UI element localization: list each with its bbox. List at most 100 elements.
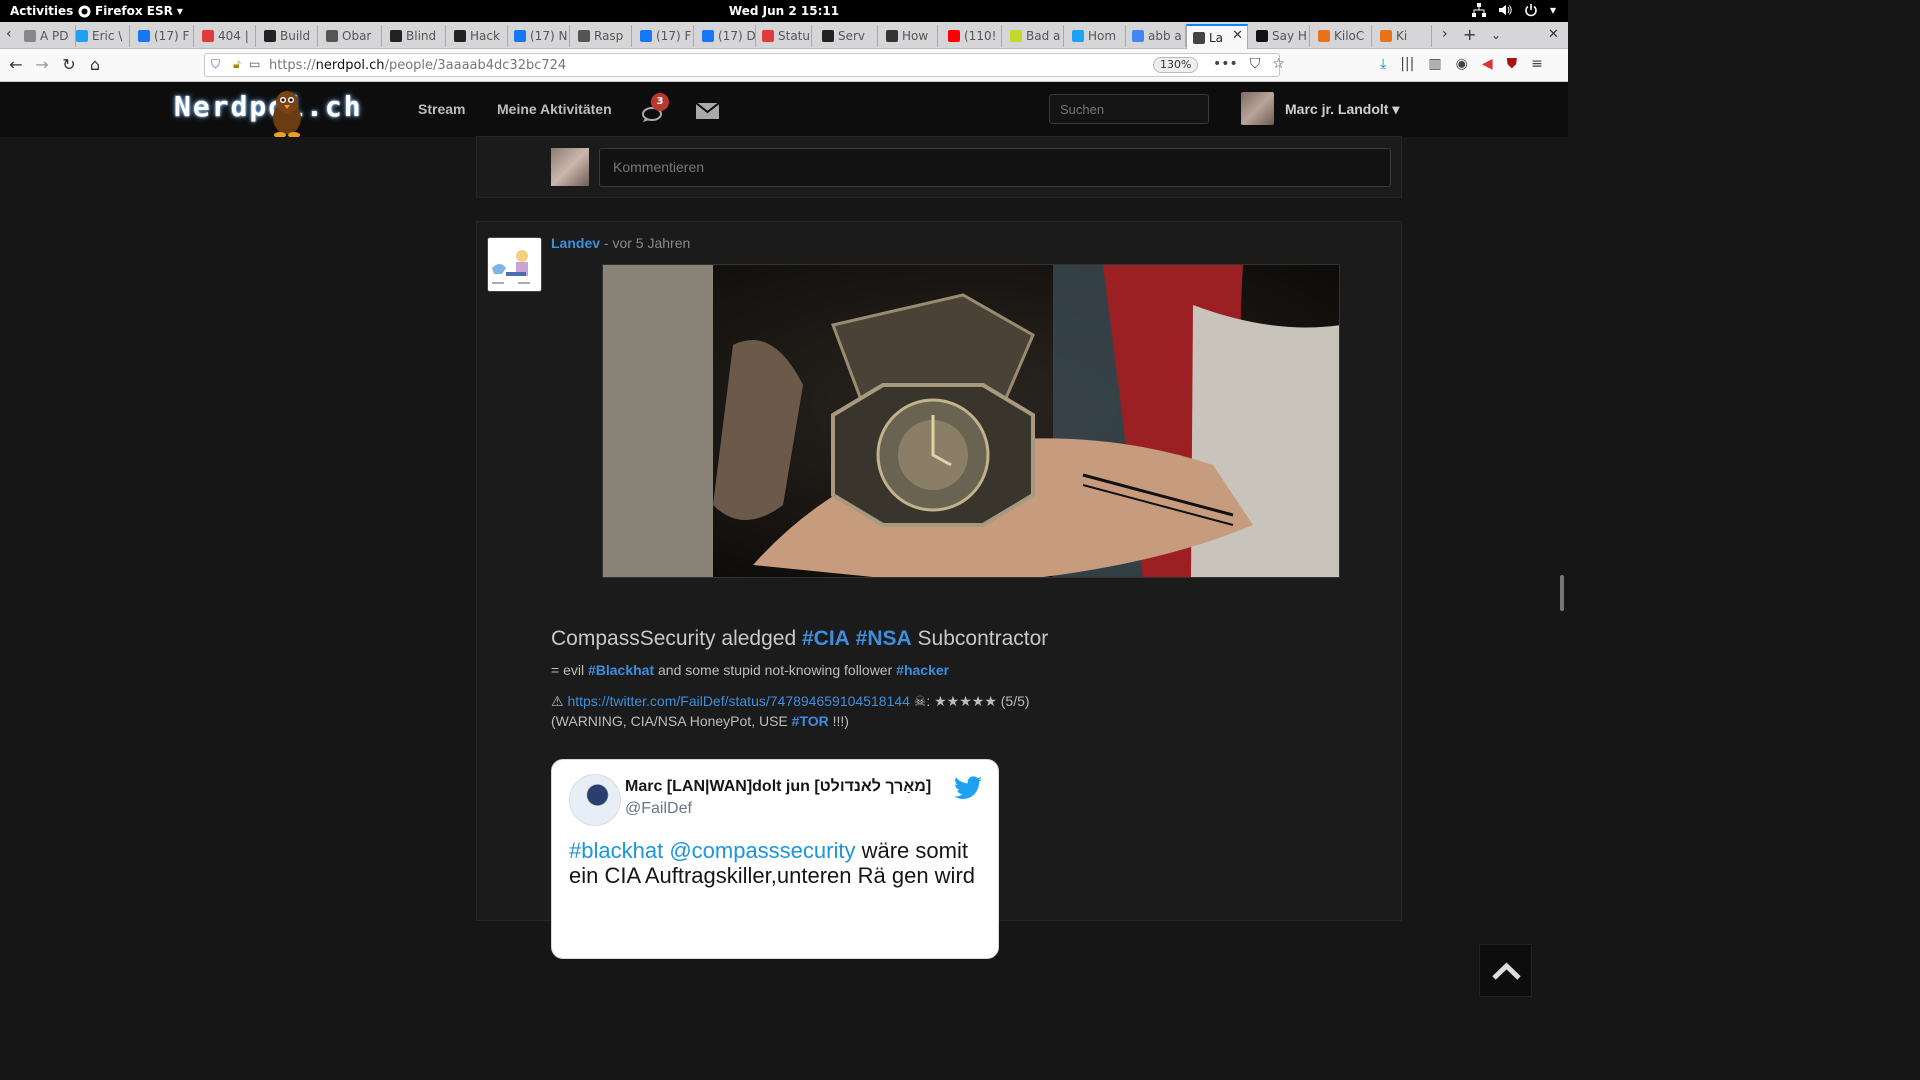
tab-15[interactable]: (110! (942, 25, 1002, 47)
pocket-icon[interactable]: ⛉ (1250, 56, 1261, 72)
favicon-icon (514, 30, 526, 42)
commenter-avatar (551, 148, 589, 186)
reload-icon[interactable]: ↻ (58, 54, 80, 76)
tab-3[interactable]: 404 | (196, 25, 256, 47)
user-avatar[interactable] (1241, 92, 1274, 125)
tab-22[interactable]: Ki (1374, 25, 1432, 47)
tab-5[interactable]: Obar (320, 25, 382, 47)
tweet-text: #blackhat @compasssecurity wäre somit ei… (569, 838, 989, 888)
hamburger-menu-icon[interactable]: ≡ (1531, 56, 1543, 72)
tab-label: Blind (406, 29, 437, 43)
tab-1[interactable]: Eric \ (70, 25, 130, 47)
back-icon[interactable]: ← (5, 54, 27, 76)
tweet-mention-compasssecurity[interactable]: @compasssecurity (669, 838, 855, 863)
tab-label: abb a (1148, 29, 1182, 43)
tab-2[interactable]: (17) F (132, 25, 194, 47)
post-text: = evil (551, 662, 588, 678)
tweet-author-avatar[interactable] (569, 774, 621, 826)
scroll-to-top-button[interactable] (1479, 944, 1532, 997)
megaphone-icon[interactable]: ◀ (1482, 56, 1493, 72)
favicon-icon (1132, 30, 1144, 42)
hashtag-nsa[interactable]: #NSA (856, 627, 912, 650)
tab-11[interactable]: (17) D (696, 25, 756, 47)
post-author-link[interactable]: Landev (551, 235, 600, 251)
embedded-tweet[interactable]: Marc [LAN|WAN]dolt jun [מאַרך לאנדולט] @… (551, 759, 999, 959)
gnome-top-bar: Activities Firefox ESR ▾ Wed Jun 2 15:11… (0, 0, 1568, 22)
navigation-bar: ← → ↻ ⌂ ⛉ 🔓︎ ▭ https://nerdpol.ch/people… (0, 49, 1568, 82)
tab-label: 404 | (218, 29, 249, 43)
tab-scroll-right-icon[interactable]: › (1442, 26, 1448, 42)
activities-button[interactable]: Activities (10, 4, 73, 18)
tab-scroll-left-icon[interactable]: ‹ (6, 26, 12, 42)
tab-21[interactable]: KiloC (1312, 25, 1372, 47)
library-icon[interactable]: ||| (1400, 56, 1414, 72)
tab-14[interactable]: How (880, 25, 938, 47)
favicon-icon (326, 30, 338, 42)
warning-icon: ⚠ (551, 693, 568, 709)
tab-7[interactable]: Hack (448, 25, 508, 47)
firefox-icon (78, 5, 91, 17)
clock[interactable]: Wed Jun 2 15:11 (0, 4, 1568, 18)
hashtag-cia[interactable]: #CIA (802, 627, 850, 650)
tab-9[interactable]: Rasp (572, 25, 632, 47)
tab-19[interactable]: La ✕ (1186, 24, 1248, 49)
notification-count-badge[interactable]: 3 (651, 93, 669, 111)
home-icon[interactable]: ⌂ (84, 54, 106, 76)
page-actions-icon[interactable]: ••• (1213, 56, 1238, 72)
favicon-icon (1380, 30, 1392, 42)
account-icon[interactable]: ◉ (1456, 56, 1468, 72)
tab-12[interactable]: Statu (756, 25, 812, 47)
window-close-icon[interactable]: ✕ (1548, 27, 1559, 42)
post-timestamp[interactable]: vor 5 Jahren (612, 235, 690, 251)
new-tab-icon[interactable]: + (1463, 25, 1476, 44)
tab-8[interactable]: (17) N (508, 25, 570, 47)
tab-18[interactable]: abb a (1126, 25, 1186, 47)
twitter-status-link[interactable]: https://twitter.com/FailDef/status/74789… (567, 693, 909, 709)
tab-label: Serv (838, 29, 866, 43)
hashtag-tor[interactable]: #TOR (792, 713, 829, 729)
hashtag-blackhat[interactable]: #Blackhat (588, 662, 654, 678)
nav-my-activity[interactable]: Meine Aktivitäten (497, 101, 612, 117)
nav-stream[interactable]: Stream (418, 101, 465, 117)
post-line-2: ⚠ https://twitter.com/FailDef/status/747… (551, 693, 1030, 710)
chevron-down-icon: ▾ (1549, 3, 1556, 17)
tab-6[interactable]: Blind (384, 25, 446, 47)
download-icon[interactable]: ⤓ (1380, 56, 1386, 72)
insecure-lock-icon[interactable]: 🔓︎ (233, 57, 241, 72)
tab-label: How (902, 29, 929, 43)
hashtag-hacker[interactable]: #hacker (896, 662, 949, 678)
page-scrollbar[interactable] (1560, 575, 1564, 611)
tab-close-icon[interactable]: ✕ (1232, 28, 1243, 43)
mail-icon[interactable] (696, 103, 719, 119)
sidebar-icon[interactable]: ▥ (1428, 56, 1441, 72)
tab-label: Hom (1088, 29, 1117, 43)
post-meta: Landev - vor 5 Jahren (551, 235, 690, 251)
tweet-author-handle[interactable]: @FailDef (625, 800, 692, 818)
tab-10[interactable]: (17) F (634, 25, 694, 47)
comment-input[interactable]: Kommentieren (599, 148, 1391, 187)
tab-16[interactable]: Bad a (1004, 25, 1064, 47)
tab-20[interactable]: Say H (1250, 25, 1310, 47)
system-tray[interactable]: ▾ (1471, 3, 1556, 17)
search-input[interactable] (1049, 94, 1209, 124)
bookmark-star-icon[interactable]: ☆ (1272, 56, 1285, 72)
reader-icon[interactable]: ▭ (249, 57, 260, 71)
user-menu[interactable]: Marc jr. Landolt ▾ (1285, 101, 1399, 118)
post-image[interactable] (602, 264, 1340, 578)
url-bar[interactable]: ⛉ 🔓︎ ▭ https://nerdpol.ch/people/3aaaab4… (204, 53, 1285, 77)
app-menu[interactable]: Firefox ESR ▾ (78, 4, 183, 18)
zoom-level[interactable]: 130% (1153, 57, 1199, 73)
ublock-icon[interactable]: ⛊ (1507, 56, 1518, 72)
tab-0[interactable]: A PD (18, 25, 76, 47)
tab-13[interactable]: Serv (816, 25, 878, 47)
shield-icon[interactable]: ⛉ (211, 57, 220, 72)
forward-icon[interactable]: → (31, 54, 53, 76)
previous-post-card: Kommentieren (476, 136, 1402, 198)
tweet-hashtag-blackhat[interactable]: #blackhat (569, 838, 663, 863)
tab-list-icon[interactable]: ⌄ (1491, 28, 1501, 42)
author-avatar[interactable] (487, 237, 542, 292)
tab-4[interactable]: Build (258, 25, 318, 47)
tab-17[interactable]: Hom (1066, 25, 1126, 47)
tweet-author-name[interactable]: Marc [LAN|WAN]dolt jun [מאַרך לאנדולט] (625, 778, 931, 796)
twitter-bird-icon[interactable] (954, 776, 982, 800)
